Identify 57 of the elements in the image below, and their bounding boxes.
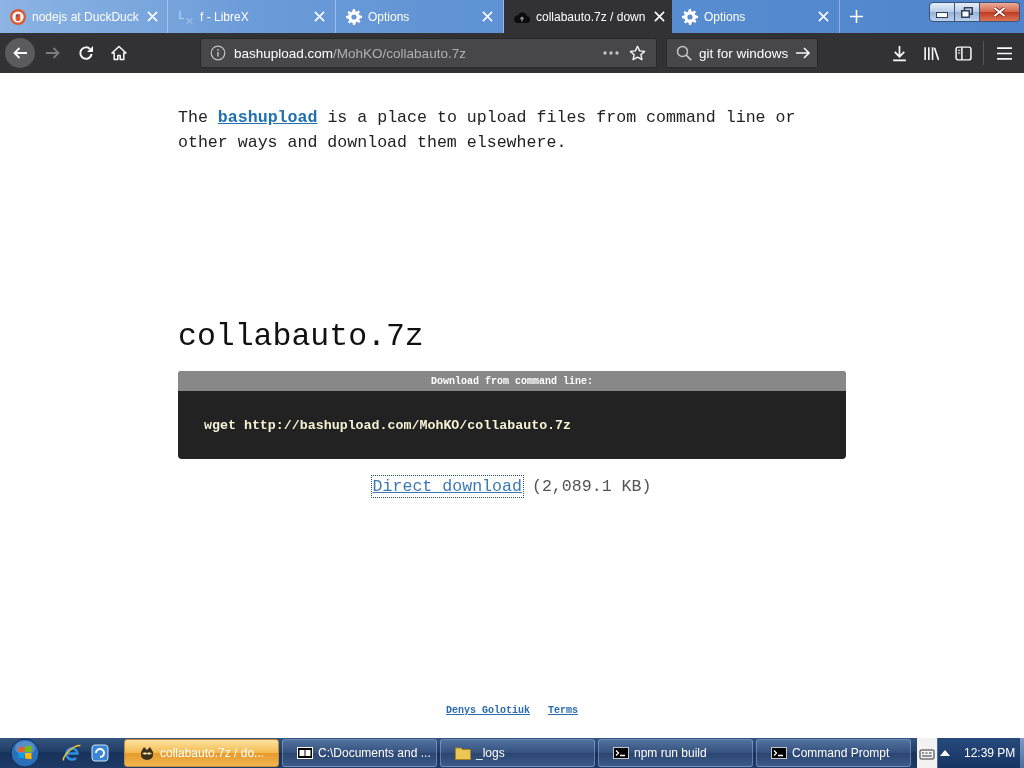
terminal-icon: [771, 745, 787, 761]
command-box-title: Download from command line:: [431, 375, 593, 387]
intro-text: The bashupload is a place to upload files from command line or other ways and download them elsewhere.: [178, 107, 797, 154]
minimize-button[interactable]: [929, 2, 955, 22]
close-window-button[interactable]: [980, 2, 1020, 22]
taskbar-window-button[interactable]: Command Prompt: [756, 739, 911, 767]
menu-icon: [995, 44, 1013, 62]
close-tab-button[interactable]: [651, 8, 668, 25]
close-icon: [817, 11, 829, 22]
info-icon: [210, 45, 226, 61]
search-field[interactable]: git for windows: [666, 38, 818, 68]
archive-icon: [297, 745, 313, 761]
reload-icon: [78, 45, 94, 61]
search-icon: [676, 45, 692, 61]
home-icon: [111, 45, 127, 61]
download-icon: [890, 44, 908, 62]
bashupload-link[interactable]: bashupload: [217, 108, 318, 127]
close-icon: [313, 11, 325, 22]
app-icon: [90, 743, 110, 763]
back-button[interactable]: [5, 38, 35, 68]
direct-download-link[interactable]: Direct download: [372, 477, 522, 496]
footer-link[interactable]: Denys Golotiuk: [446, 704, 530, 718]
restore-icon: [961, 6, 973, 18]
close-icon: [653, 11, 665, 22]
file-name-heading: collabauto.7z: [178, 319, 424, 355]
file-size-text: (2,089.1 KB): [531, 477, 652, 496]
gear-icon: [682, 8, 698, 25]
e-globe-icon: [62, 743, 82, 763]
back-icon: [12, 45, 28, 61]
close-icon: [993, 7, 1006, 17]
taskbar-window-button[interactable]: _logs: [440, 739, 595, 767]
restore-button[interactable]: [955, 2, 980, 22]
terminal-icon: [613, 745, 629, 761]
animal-icon: [139, 745, 155, 761]
close-icon: [147, 11, 159, 22]
caret-up-icon: [940, 750, 950, 756]
go-arrow-icon[interactable]: [795, 45, 812, 61]
more-icon: [603, 51, 619, 55]
minimize-icon: [936, 11, 948, 18]
start-button[interactable]: [8, 738, 42, 768]
duck-icon: [10, 8, 26, 25]
browser-tab[interactable]: collabauto.7z / down: [504, 0, 672, 33]
folder-icon: [455, 745, 471, 761]
star-icon: [628, 44, 646, 62]
address-bar[interactable]: bashupload.com/MohKO/collabauto.7z: [200, 38, 657, 68]
command-text: wget http://bashupload.com/MohKO/collabauto.7z: [204, 417, 572, 433]
gear-icon: [346, 8, 362, 25]
plus-icon: [848, 9, 864, 24]
library-icon: [922, 44, 940, 62]
clock-text[interactable]: 12:39 PM: [964, 746, 1016, 760]
close-icon: [481, 11, 493, 22]
taskbar-window-button[interactable]: npm run build: [598, 739, 753, 767]
taskbar-window-button[interactable]: C:\Documents and ...: [282, 739, 437, 767]
logo-icon: [178, 8, 194, 25]
forward-icon: [45, 45, 61, 61]
footer-link[interactable]: Terms: [548, 704, 578, 718]
sidebar-icon: [954, 44, 972, 62]
